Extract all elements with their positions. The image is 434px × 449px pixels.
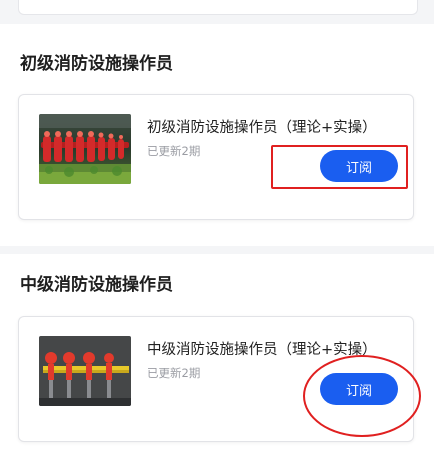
course-card[interactable]: 初级消防设施操作员（理论+实操） 已更新2期 订阅 <box>18 94 414 220</box>
section-title: 初级消防设施操作员 <box>20 54 173 74</box>
course-thumbnail[interactable] <box>39 336 131 406</box>
course-section-junior: 初级消防设施操作员 初级消防设施操作员（理论+实操） 已更新2期 订阅 <box>0 24 434 246</box>
update-count: 已更新2期 <box>147 144 201 158</box>
course-thumbnail[interactable] <box>39 114 131 184</box>
course-title[interactable]: 中级消防设施操作员（理论+实操） <box>147 338 377 359</box>
fire-hydrant-valves-image <box>39 114 131 184</box>
update-count: 已更新2期 <box>147 366 201 380</box>
subscribe-button[interactable]: 订阅 <box>320 150 398 182</box>
previous-card-bottom <box>18 0 418 15</box>
course-section-intermediate: 中级消防设施操作员 中级消防设施操作员（理论+实操） 已更新2期 订阅 <box>0 254 434 449</box>
course-card[interactable]: 中级消防设施操作员（理论+实操） 已更新2期 订阅 <box>18 316 421 442</box>
subscribe-button[interactable]: 订阅 <box>320 373 398 405</box>
fire-valves-wall-image <box>39 336 131 406</box>
section-title: 中级消防设施操作员 <box>20 275 173 295</box>
course-title[interactable]: 初级消防设施操作员（理论+实操） <box>147 116 377 137</box>
